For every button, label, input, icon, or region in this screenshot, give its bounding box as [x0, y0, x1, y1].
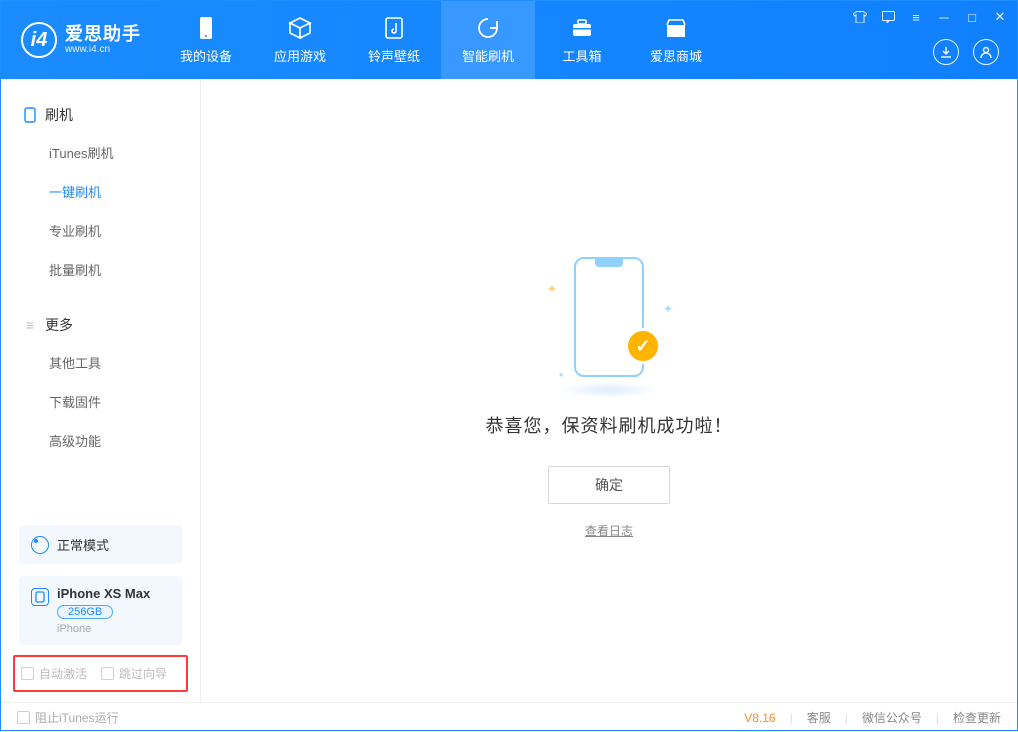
- tab-label: 爱思商城: [650, 46, 702, 65]
- tab-store[interactable]: 爱思商城: [629, 1, 723, 79]
- toolbox-icon: [570, 16, 594, 40]
- option-label: 自动激活: [39, 665, 87, 682]
- maximize-button[interactable]: □: [965, 9, 979, 25]
- confirm-button[interactable]: 确定: [548, 466, 670, 504]
- app-title: 爱思助手: [65, 25, 141, 45]
- minimize-button[interactable]: ─: [937, 9, 951, 25]
- app-logo: i4 爱思助手 www.i4.cn: [1, 22, 159, 58]
- sparkle-icon: •: [559, 368, 563, 382]
- refresh-shield-icon: [476, 16, 500, 40]
- normal-mode-icon: [31, 536, 49, 554]
- device-mode-card[interactable]: 正常模式: [19, 525, 182, 564]
- version-label: V8.16: [744, 711, 775, 725]
- app-subtitle: www.i4.cn: [65, 44, 141, 55]
- support-link[interactable]: 客服: [807, 709, 831, 726]
- sidebar-item-onekey-flash[interactable]: 一键刷机: [1, 172, 200, 211]
- checkbox-auto-activate[interactable]: 自动激活: [21, 665, 87, 682]
- tab-label: 智能刷机: [462, 46, 514, 65]
- tab-label: 应用游戏: [274, 46, 326, 65]
- wechat-link[interactable]: 微信公众号: [862, 709, 922, 726]
- menu-icon[interactable]: ≡: [909, 9, 923, 25]
- user-icon[interactable]: [973, 39, 999, 65]
- tshirt-icon[interactable]: [853, 9, 867, 25]
- sidebar-item-batch-flash[interactable]: 批量刷机: [1, 250, 200, 289]
- device-name: iPhone XS Max: [57, 586, 150, 601]
- store-icon: [664, 16, 688, 40]
- header-actions: [933, 39, 999, 65]
- sidebar-group-flash: 刷机: [1, 97, 200, 133]
- status-bar: 阻止iTunes运行 V8.16 | 客服 | 微信公众号 | 检查更新: [1, 702, 1017, 732]
- tab-smart-flash[interactable]: 智能刷机: [441, 1, 535, 79]
- checkbox-icon: [101, 667, 114, 680]
- close-button[interactable]: ✕: [993, 9, 1007, 25]
- window-controls: ≡ ─ □ ✕: [853, 9, 1007, 25]
- success-message: 恭喜您，保资料刷机成功啦！: [486, 412, 733, 438]
- checkbox-icon: [17, 711, 30, 724]
- device-capacity-badge: 256GB: [57, 605, 113, 619]
- mode-label: 正常模式: [57, 535, 109, 554]
- main-tabs: 我的设备 应用游戏 铃声壁纸 智能刷机 工具箱 爱思商城: [159, 1, 723, 79]
- sidebar-group-more: ≡ 更多: [1, 307, 200, 343]
- flash-options-row: 自动激活 跳过向导: [13, 655, 188, 692]
- tab-toolbox[interactable]: 工具箱: [535, 1, 629, 79]
- main-content: ✓ ✦ ✦ • 恭喜您，保资料刷机成功啦！ 确定 查看日志: [201, 79, 1017, 702]
- view-log-link[interactable]: 查看日志: [585, 522, 633, 539]
- download-icon[interactable]: [933, 39, 959, 65]
- list-icon: ≡: [23, 318, 37, 332]
- sidebar-item-other-tools[interactable]: 其他工具: [1, 343, 200, 382]
- sparkle-icon: ✦: [663, 302, 673, 316]
- option-label: 阻止iTunes运行: [35, 709, 119, 726]
- tab-label: 工具箱: [562, 46, 601, 65]
- tab-apps-games[interactable]: 应用游戏: [253, 1, 347, 79]
- cube-icon: [288, 16, 312, 40]
- sparkle-icon: ✦: [547, 282, 557, 296]
- checkbox-icon: [21, 667, 34, 680]
- tab-ringtone-wallpaper[interactable]: 铃声壁纸: [347, 1, 441, 79]
- option-label: 跳过向导: [119, 665, 167, 682]
- sidebar-item-pro-flash[interactable]: 专业刷机: [1, 211, 200, 250]
- checkbox-skip-guide[interactable]: 跳过向导: [101, 665, 167, 682]
- sidebar: 刷机 iTunes刷机 一键刷机 专业刷机 批量刷机 ≡ 更多 其他工具 下载固…: [1, 79, 201, 702]
- group-title: 刷机: [45, 105, 73, 125]
- device-small-icon: [23, 108, 37, 122]
- checkbox-block-itunes[interactable]: 阻止iTunes运行: [17, 709, 119, 726]
- music-note-icon: [382, 16, 406, 40]
- tab-my-device[interactable]: 我的设备: [159, 1, 253, 79]
- check-update-link[interactable]: 检查更新: [953, 709, 1001, 726]
- title-bar: i4 爱思助手 www.i4.cn 我的设备 应用游戏 铃声壁纸 智能刷机 工具…: [1, 1, 1017, 79]
- feedback-icon[interactable]: [881, 9, 895, 25]
- device-info-card[interactable]: iPhone XS Max 256GB iPhone: [19, 576, 182, 645]
- tab-label: 铃声壁纸: [368, 46, 420, 65]
- sidebar-item-itunes-flash[interactable]: iTunes刷机: [1, 133, 200, 172]
- success-check-icon: ✓: [625, 328, 661, 364]
- sidebar-item-download-firmware[interactable]: 下载固件: [1, 382, 200, 421]
- sidebar-item-advanced[interactable]: 高级功能: [1, 421, 200, 460]
- success-illustration: ✓ ✦ ✦ •: [539, 242, 679, 392]
- group-title: 更多: [45, 315, 73, 335]
- logo-icon: i4: [21, 22, 57, 58]
- phone-icon: [194, 16, 218, 40]
- tab-label: 我的设备: [180, 46, 232, 65]
- device-type: iPhone: [57, 623, 150, 635]
- device-icon: [31, 588, 49, 606]
